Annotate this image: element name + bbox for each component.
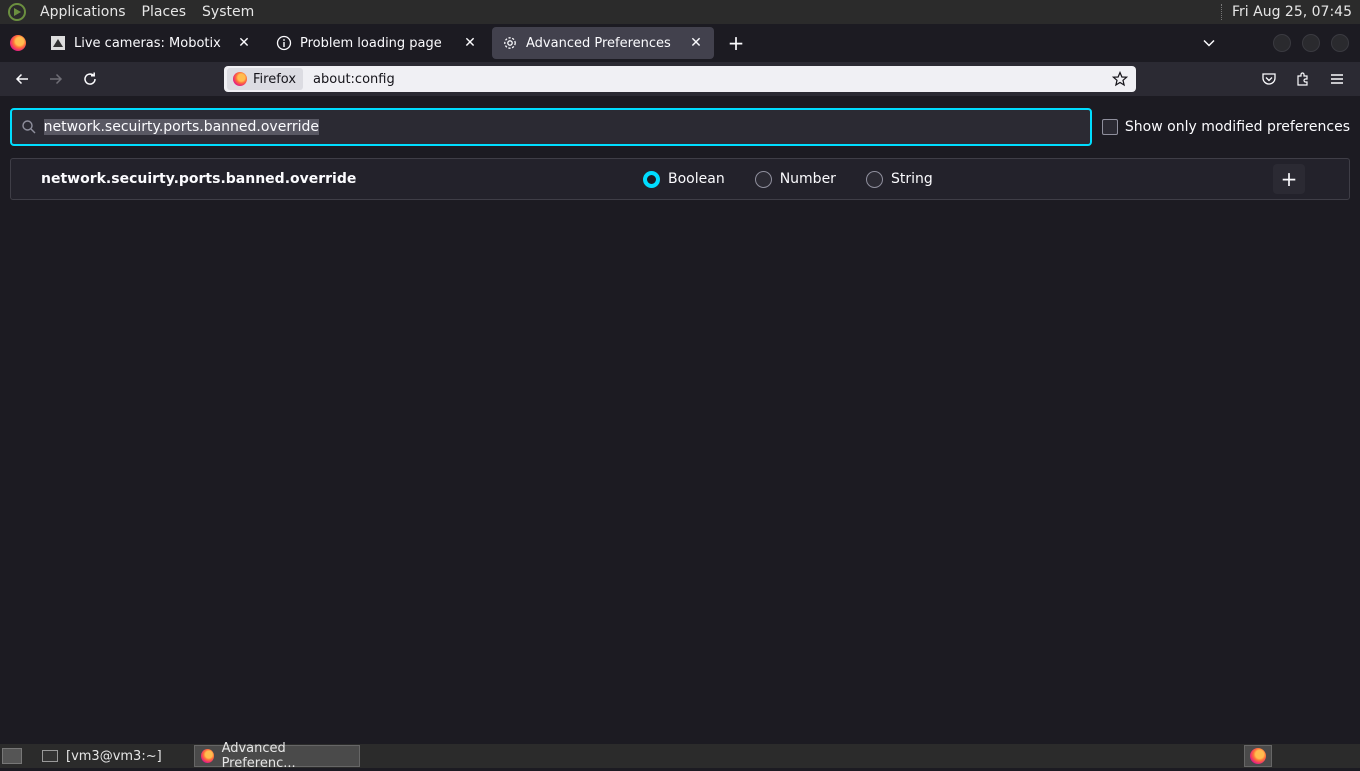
task-terminal[interactable]: [vm3@vm3:~] xyxy=(36,745,168,767)
tab-label: Problem loading page xyxy=(300,35,442,51)
distro-logo-icon[interactable] xyxy=(8,3,26,21)
tray-firefox-button[interactable] xyxy=(1244,745,1272,767)
type-string-label: String xyxy=(890,171,933,187)
radio-dot xyxy=(865,170,883,188)
clock[interactable]: Fri Aug 25, 07:45 xyxy=(1232,4,1360,20)
pocket-icon xyxy=(1262,73,1276,85)
identity-box[interactable]: Firefox xyxy=(227,68,304,90)
forward-arrow-icon xyxy=(50,73,63,85)
chevron-down-icon xyxy=(1203,39,1215,47)
applications-menu[interactable]: Applications xyxy=(32,4,134,20)
hamburger-icon xyxy=(1331,74,1343,84)
pref-type-group: Boolean Number String xyxy=(643,170,963,188)
reload-icon xyxy=(84,72,96,85)
tab-live-cameras[interactable]: Live cameras: Mobotix ✕ xyxy=(40,27,262,59)
puzzle-icon xyxy=(1297,72,1308,86)
show-desktop-button[interactable] xyxy=(2,748,22,764)
task-label: Advanced Preferenc... xyxy=(221,741,296,771)
search-selected-text: network.secuirty.ports.banned.override xyxy=(43,119,319,135)
camera-favicon-icon xyxy=(50,35,66,51)
system-menu[interactable]: System xyxy=(194,4,262,20)
show-modified-checkbox[interactable] xyxy=(1101,119,1118,135)
app-menu-button[interactable] xyxy=(1320,64,1354,94)
list-all-tabs-button[interactable] xyxy=(1195,29,1223,57)
forward-button[interactable] xyxy=(39,64,73,94)
places-menu[interactable]: Places xyxy=(134,4,195,20)
identity-label: Firefox xyxy=(253,71,297,87)
tab-problem-loading[interactable]: Problem loading page ✕ xyxy=(266,27,488,59)
config-search-box[interactable]: network.secuirty.ports.banned.override xyxy=(10,108,1092,146)
minimize-window-button[interactable] xyxy=(1273,34,1291,52)
type-number-label: Number xyxy=(779,171,836,187)
url-bar[interactable]: Firefox about:config xyxy=(224,66,1136,92)
url-input[interactable]: about:config xyxy=(313,72,1108,87)
config-search-row: network.secuirty.ports.banned.override S… xyxy=(10,108,1350,146)
task-firefox[interactable]: Advanced Preferenc... xyxy=(193,741,360,771)
terminal-icon xyxy=(42,750,58,762)
pocket-button[interactable] xyxy=(1252,64,1286,94)
type-boolean-label: Boolean xyxy=(668,171,725,187)
firefox-icon xyxy=(1250,748,1266,764)
maximize-window-button[interactable] xyxy=(1302,34,1320,52)
search-icon xyxy=(20,118,38,136)
type-boolean-radio[interactable]: Boolean xyxy=(643,170,725,188)
show-modified-toggle[interactable]: Show only modified preferences xyxy=(1101,119,1350,135)
panel-grip xyxy=(1221,4,1224,20)
extensions-button[interactable] xyxy=(1286,64,1320,94)
back-button[interactable] xyxy=(5,64,39,94)
tab-label: Live cameras: Mobotix xyxy=(74,35,221,51)
gear-icon xyxy=(502,35,518,51)
bookmark-star-button[interactable] xyxy=(1108,67,1132,91)
tab-label: Advanced Preferences xyxy=(526,35,671,51)
add-pref-button[interactable]: + xyxy=(1273,164,1305,194)
radio-dot xyxy=(643,170,660,188)
top-panel: Applications Places System Fri Aug 25, 0… xyxy=(0,0,1360,24)
bottom-taskbar: [vm3@vm3:~] Advanced Preferenc... xyxy=(0,741,1360,771)
radio-dot xyxy=(754,170,772,188)
close-tab-icon[interactable]: ✕ xyxy=(236,35,252,51)
reload-button[interactable] xyxy=(73,64,107,94)
task-label: [vm3@vm3:~] xyxy=(66,748,162,764)
firefox-icon xyxy=(200,749,214,763)
firefox-icon xyxy=(233,72,247,86)
pref-name: network.secuirty.ports.banned.override xyxy=(41,171,357,187)
new-tab-button[interactable]: + xyxy=(722,29,750,57)
type-string-radio[interactable]: String xyxy=(865,170,933,188)
tab-strip: Live cameras: Mobotix ✕ Problem loading … xyxy=(0,24,1360,62)
show-modified-label: Show only modified preferences xyxy=(1124,119,1350,135)
back-arrow-icon xyxy=(15,73,28,85)
type-number-radio[interactable]: Number xyxy=(754,170,836,188)
config-search-input[interactable]: network.secuirty.ports.banned.override xyxy=(43,119,1090,135)
close-tab-icon[interactable]: ✕ xyxy=(462,35,478,51)
close-window-button[interactable] xyxy=(1331,34,1349,52)
new-pref-row: network.secuirty.ports.banned.override B… xyxy=(10,158,1350,200)
close-tab-icon[interactable]: ✕ xyxy=(688,35,704,51)
firefox-view-icon[interactable] xyxy=(10,35,26,51)
info-icon xyxy=(276,35,292,51)
star-icon xyxy=(1112,71,1128,87)
tab-advanced-preferences[interactable]: Advanced Preferences ✕ xyxy=(492,27,714,59)
nav-bar: Firefox about:config xyxy=(0,62,1360,96)
